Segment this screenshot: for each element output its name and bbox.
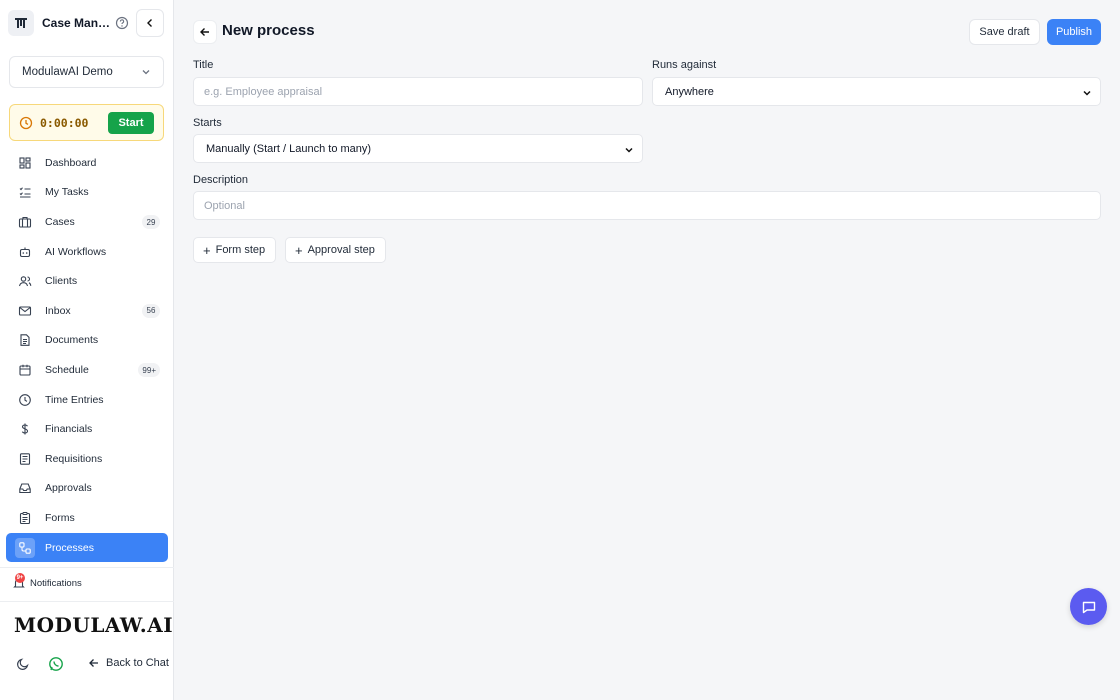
process-icon: [15, 537, 35, 558]
title-label: Title: [193, 59, 214, 71]
collapse-sidebar-button[interactable]: [136, 9, 164, 37]
tasks-icon: [18, 185, 32, 199]
chat-bubble-icon: [1082, 601, 1095, 613]
timer-value: 0:00:00: [40, 115, 89, 130]
list-icon: [18, 452, 32, 466]
description-input[interactable]: Optional: [193, 191, 1101, 220]
count-badge: 99+: [138, 363, 160, 378]
sidebar-item-forms[interactable]: Forms: [6, 503, 168, 533]
chevron-down-icon: [1083, 90, 1091, 96]
back-to-chat-link[interactable]: Back to Chat: [88, 657, 169, 669]
sidebar-item-processes[interactable]: Processes: [6, 532, 168, 563]
clock-icon: [19, 116, 33, 129]
plus-icon: +: [295, 242, 303, 258]
starts-label: Starts: [193, 117, 222, 129]
sidebar-item-label: Dashboard: [45, 156, 97, 169]
back-button[interactable]: [193, 20, 217, 44]
start-timer-button[interactable]: Start: [108, 112, 154, 134]
publish-button[interactable]: Publish: [1047, 19, 1101, 45]
sidebar-item-label: AI Workflows: [45, 245, 107, 258]
sidebar-item-inbox[interactable]: Inbox 56: [6, 296, 168, 326]
chevron-down-icon: [142, 70, 150, 75]
count-badge: 29: [142, 215, 160, 230]
sidebar-item-label: Approvals: [45, 482, 92, 495]
app-logo-icon[interactable]: [8, 10, 34, 36]
sidebar-item-label: Schedule: [45, 363, 89, 376]
whatsapp-icon[interactable]: [48, 656, 64, 677]
description-label: Description: [193, 174, 249, 186]
sidebar-item-label: Inbox: [45, 304, 71, 317]
timer-widget: 0:00:00 Start: [9, 104, 164, 141]
bell-icon: 9+: [12, 573, 26, 590]
arrow-left-icon: [200, 28, 209, 36]
sidebar-item-schedule[interactable]: Schedule 99+: [6, 355, 168, 385]
help-icon[interactable]: [115, 16, 129, 30]
count-badge: 56: [142, 303, 160, 318]
main-content: New process Save draft Publish Title e.g…: [175, 0, 1120, 700]
sidebar-item-documents[interactable]: Documents: [6, 326, 168, 356]
notifications-label: Notifications: [30, 577, 82, 589]
dollar-icon: [18, 422, 32, 436]
sidebar-item-label: Requisitions: [45, 452, 103, 465]
runs-against-value: Anywhere: [665, 85, 714, 98]
sidebar-item-ai-workflows[interactable]: AI Workflows: [6, 237, 168, 267]
workspace-select[interactable]: ModulawAI Demo: [9, 56, 164, 88]
sidebar-item-cases[interactable]: Cases 29: [6, 207, 168, 237]
title-input[interactable]: e.g. Employee appraisal: [193, 77, 643, 106]
divider: [0, 567, 174, 568]
runs-against-label: Runs against: [652, 59, 717, 71]
bot-icon: [18, 245, 32, 259]
app-title: Case Man…: [42, 16, 111, 30]
sidebar-item-financials[interactable]: Financials: [6, 414, 168, 444]
workspace-label: ModulawAI Demo: [22, 66, 113, 78]
sidebar-item-dashboard[interactable]: Dashboard: [6, 148, 168, 178]
divider: [0, 601, 174, 602]
sidebar-item-time-entries[interactable]: Time Entries: [6, 385, 168, 415]
approval-step-label: Approval step: [307, 244, 375, 256]
sidebar-item-my-tasks[interactable]: My Tasks: [6, 178, 168, 208]
starts-value: Manually (Start / Launch to many): [206, 142, 372, 155]
sidebar-item-requisitions[interactable]: Requisitions: [6, 444, 168, 474]
chevron-down-icon: [625, 147, 633, 153]
sidebar: Case Man… ModulawAI Demo 0:00:00 Start D…: [0, 0, 174, 700]
sidebar-item-approvals[interactable]: Approvals: [6, 474, 168, 504]
sidebar-nav: Dashboard My Tasks Cases 29 AI Workflows Clie…: [6, 148, 168, 563]
chat-fab-button[interactable]: [1070, 588, 1107, 625]
add-form-step-button[interactable]: + Form step: [193, 237, 277, 263]
clipboard-icon: [18, 511, 32, 525]
notification-count-badge: 9+: [15, 573, 25, 583]
document-icon: [18, 333, 32, 347]
add-approval-step-button[interactable]: + Approval step: [285, 237, 386, 263]
notifications-button[interactable]: 9+ Notifications: [12, 573, 82, 590]
plus-icon: +: [203, 242, 211, 258]
sidebar-item-clients[interactable]: Clients: [6, 266, 168, 296]
save-draft-button[interactable]: Save draft: [969, 19, 1040, 45]
dashboard-icon: [18, 156, 32, 170]
sidebar-item-label: My Tasks: [45, 186, 89, 199]
brand-logo: MODULAW.AI: [14, 613, 174, 637]
inbox-icon: [18, 481, 32, 495]
sidebar-item-label: Forms: [45, 511, 75, 524]
app-header: Case Man…: [8, 9, 168, 37]
form-step-label: Form step: [215, 244, 266, 256]
sidebar-item-label: Clients: [45, 275, 78, 288]
sidebar-item-label: Time Entries: [45, 393, 104, 406]
chevron-left-icon: [147, 19, 152, 27]
users-icon: [18, 274, 32, 288]
sidebar-footer: Back to Chat: [16, 656, 174, 672]
arrow-left-icon: [89, 659, 98, 667]
calendar-icon: [18, 363, 32, 377]
page-title: New process: [222, 22, 315, 39]
sidebar-item-label: Financials: [45, 423, 93, 436]
sidebar-item-label: Documents: [45, 334, 99, 347]
starts-select[interactable]: Manually (Start / Launch to many): [193, 134, 643, 163]
moon-icon[interactable]: [16, 657, 30, 676]
runs-against-select[interactable]: Anywhere: [652, 77, 1101, 106]
sidebar-item-label: Cases: [45, 215, 75, 228]
briefcase-icon: [18, 215, 32, 229]
back-to-chat-label: Back to Chat: [106, 657, 169, 669]
clock-icon: [18, 393, 32, 407]
mail-icon: [18, 304, 32, 318]
sidebar-item-label: Processes: [45, 541, 95, 554]
